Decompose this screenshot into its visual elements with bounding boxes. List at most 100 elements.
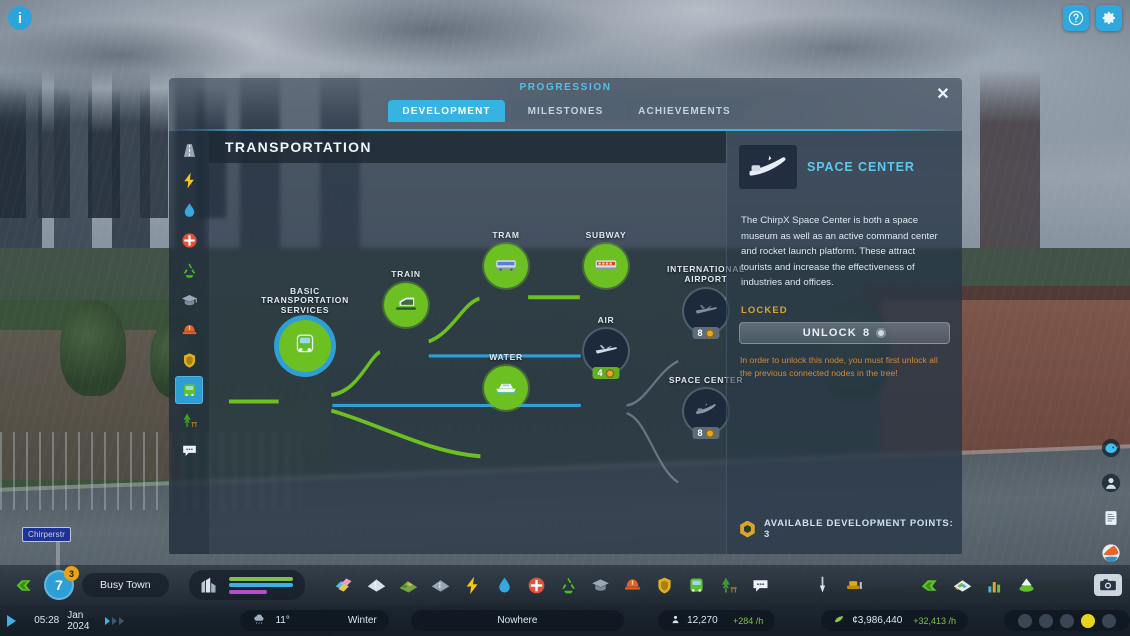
parks-icon-button[interactable] bbox=[717, 573, 741, 597]
mood-very-happy[interactable] bbox=[1102, 613, 1116, 628]
tech-node-tram[interactable]: TRAM bbox=[484, 230, 528, 288]
tech-node-subway[interactable]: SUBWAY bbox=[584, 230, 628, 288]
map-icon-button[interactable] bbox=[951, 573, 975, 597]
location-widget[interactable]: Nowhere bbox=[410, 610, 625, 631]
sidebar-item-fire-rescue[interactable] bbox=[175, 316, 203, 344]
info-header: SPACE CENTER bbox=[727, 131, 962, 197]
development-point-icon bbox=[740, 520, 755, 538]
info-badge[interactable]: i bbox=[8, 6, 32, 30]
fire-rescue-icon-button[interactable] bbox=[621, 573, 645, 597]
play-pause-button[interactable] bbox=[0, 614, 22, 627]
money-widget[interactable]: ¢3,986,440 +32,413 /h bbox=[821, 610, 968, 631]
tech-node-label: TRAM bbox=[492, 230, 520, 240]
tech-node-international-airport[interactable]: INTERNATIONAL AIRPORT 8 bbox=[667, 265, 744, 339]
fire-rescue-icon bbox=[182, 324, 196, 334]
electricity-icon-button[interactable] bbox=[461, 573, 485, 597]
zone-bar-industrial bbox=[228, 589, 267, 594]
tech-node-circle bbox=[484, 244, 528, 288]
camera-button[interactable] bbox=[1094, 574, 1122, 596]
water-sewage-icon bbox=[499, 577, 510, 592]
milestone-marker-icon[interactable] bbox=[12, 573, 36, 597]
milestone-level-badge[interactable]: 7 3 bbox=[44, 566, 79, 600]
citizen-button[interactable] bbox=[1098, 470, 1124, 496]
progression-icon-button[interactable] bbox=[919, 573, 943, 597]
progression-window: PROGRESSION ✕ DEVELOPMENT MILESTONES ACH… bbox=[169, 78, 962, 554]
tech-node-circle bbox=[484, 366, 528, 410]
speed-dot-2[interactable] bbox=[112, 616, 118, 625]
tech-node-label: SUBWAY bbox=[585, 230, 627, 240]
sidebar-item-water[interactable] bbox=[175, 196, 203, 224]
date-time-group[interactable]: 05:28 Jan 2024 bbox=[22, 610, 101, 632]
transportation-icon bbox=[183, 383, 195, 396]
sidebar-item-garbage[interactable] bbox=[175, 256, 203, 284]
temperature-value: 11° bbox=[275, 615, 290, 626]
landscaping-icon-button[interactable] bbox=[811, 573, 835, 597]
tech-node-label: BASIC TRANSPORTATION SERVICES bbox=[261, 285, 349, 316]
tech-node-train[interactable]: TRAIN bbox=[384, 269, 428, 327]
terrain-icon-button[interactable] bbox=[397, 573, 421, 597]
tab-achievements[interactable]: ACHIEVEMENTS bbox=[626, 100, 743, 122]
roads-services-icon-button[interactable] bbox=[429, 573, 453, 597]
water-icon-button[interactable] bbox=[493, 573, 517, 597]
mood-sad[interactable] bbox=[1039, 613, 1053, 628]
sidebar-item-communications[interactable] bbox=[175, 436, 203, 464]
sidebar-item-education[interactable] bbox=[175, 286, 203, 314]
zone-demand-panel[interactable] bbox=[188, 570, 305, 600]
speed-dot-1[interactable] bbox=[105, 616, 111, 625]
status-bar: 05:28 Jan 2024 11° Winter Nowhere 12,270… bbox=[0, 605, 1130, 636]
fire-rescue-icon bbox=[625, 578, 641, 590]
toolbar-right-group bbox=[1094, 574, 1130, 596]
tech-node-space-center[interactable]: SPACE CENTER 8 bbox=[669, 375, 742, 439]
education-icon bbox=[592, 578, 609, 591]
speed-dot-3[interactable] bbox=[119, 616, 125, 625]
tech-node-air[interactable]: AIR 4 bbox=[584, 315, 628, 379]
healthcare-icon bbox=[181, 232, 197, 248]
tab-development[interactable]: DEVELOPMENT bbox=[388, 100, 505, 122]
mood-neutral[interactable] bbox=[1060, 613, 1074, 628]
zone-bar-commercial bbox=[228, 583, 293, 587]
settings-button[interactable] bbox=[1096, 5, 1122, 31]
sidebar-item-transportation[interactable] bbox=[175, 376, 203, 404]
info-title: SPACE CENTER bbox=[807, 160, 915, 174]
communications-icon-button[interactable] bbox=[749, 573, 773, 597]
chirper-bird-icon bbox=[1101, 438, 1121, 458]
happiness-widget[interactable] bbox=[1004, 610, 1130, 631]
chirper-button[interactable] bbox=[1098, 435, 1124, 461]
bulldozer-icon-button[interactable] bbox=[843, 573, 867, 597]
play-icon bbox=[6, 614, 16, 627]
unlock-button[interactable]: UNLOCK 8 bbox=[739, 321, 950, 344]
season-value: Winter bbox=[347, 615, 377, 626]
help-button[interactable] bbox=[1063, 5, 1089, 31]
healthcare-icon-button[interactable] bbox=[525, 573, 549, 597]
police-icon-button[interactable] bbox=[653, 573, 677, 597]
tech-node-water[interactable]: WATER bbox=[484, 352, 528, 410]
weather-widget[interactable]: 11° Winter bbox=[240, 610, 389, 631]
transportation-icon-button[interactable] bbox=[685, 573, 709, 597]
tech-node-cost: 8 bbox=[692, 327, 720, 339]
simulation-speed-control[interactable] bbox=[105, 616, 125, 625]
statistics-icon-button[interactable] bbox=[983, 573, 1007, 597]
tab-milestones[interactable]: MILESTONES bbox=[507, 100, 624, 122]
sidebar-item-police[interactable] bbox=[175, 346, 203, 374]
education-icon-button[interactable] bbox=[589, 573, 613, 597]
tech-node-circle bbox=[279, 320, 331, 372]
garbage-icon-button[interactable] bbox=[557, 573, 581, 597]
tech-node-basic-transportation-services[interactable]: BASIC TRANSPORTATION SERVICES bbox=[261, 286, 348, 372]
space-shuttle-icon bbox=[749, 155, 786, 176]
city-name[interactable]: Busy Town bbox=[82, 573, 169, 597]
sidebar-item-electricity[interactable] bbox=[175, 166, 203, 194]
progression-icon bbox=[921, 579, 937, 591]
roads-icon-button[interactable] bbox=[365, 573, 389, 597]
mood-happy[interactable] bbox=[1081, 613, 1095, 628]
radio-button[interactable] bbox=[1098, 540, 1124, 566]
link-basic-water bbox=[330, 408, 481, 459]
sidebar-item-roads[interactable] bbox=[175, 136, 203, 164]
landscaping-icon bbox=[819, 576, 826, 592]
zoning-icon-button[interactable] bbox=[333, 573, 357, 597]
notifications-button[interactable] bbox=[1098, 505, 1124, 531]
sidebar-item-parks-recreation[interactable] bbox=[175, 406, 203, 434]
economy-icon-button[interactable] bbox=[1015, 573, 1039, 597]
sidebar-item-healthcare[interactable] bbox=[175, 226, 203, 254]
population-widget[interactable]: 12,270 +284 /h bbox=[658, 610, 776, 631]
mood-very-sad[interactable] bbox=[1018, 613, 1032, 628]
